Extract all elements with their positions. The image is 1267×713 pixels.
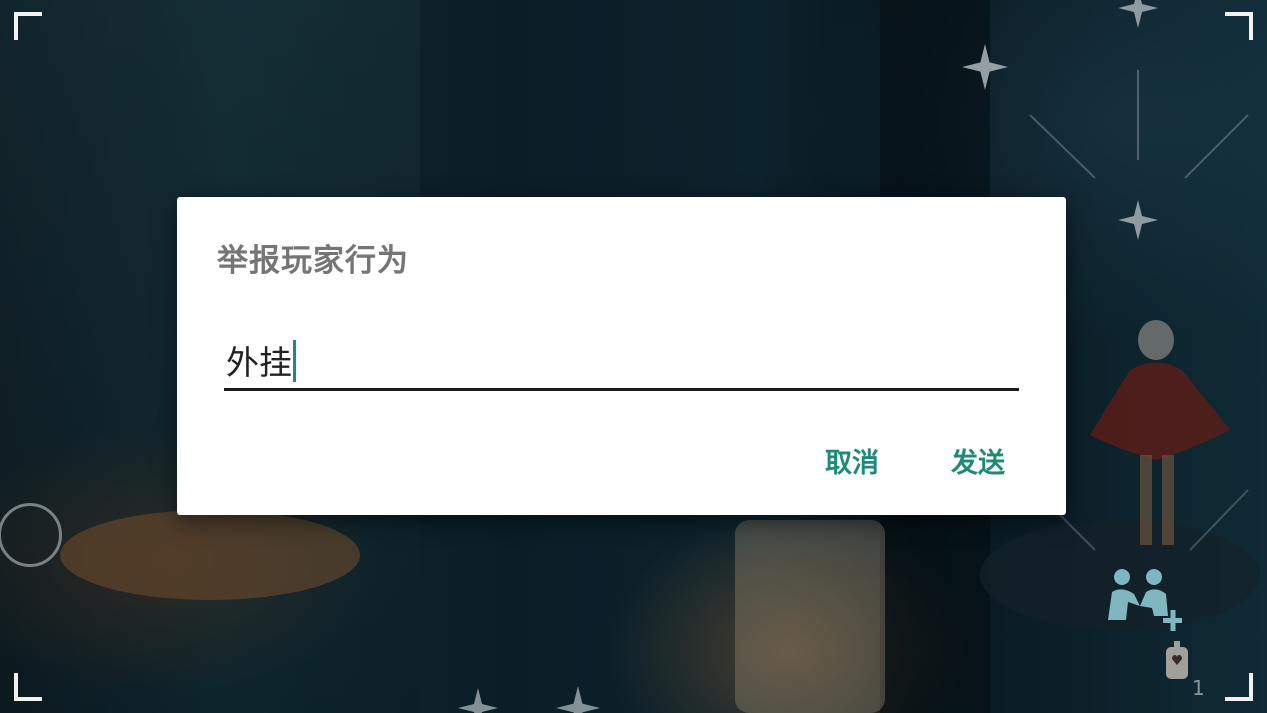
add-friend-icon[interactable] [1106,568,1182,636]
game-scene: 1 举报玩家行为 外挂 取消 发送 [0,0,1267,713]
cancel-button[interactable]: 取消 [825,441,879,480]
corner-bracket-icon [1225,12,1253,40]
corner-bracket-icon [14,12,42,40]
corner-bracket-icon [1225,673,1253,701]
text-caret [293,340,296,382]
candle-count: 1 [1192,676,1205,700]
corner-bracket-icon [14,673,42,701]
dialog-title: 举报玩家行为 [217,243,409,279]
report-reason-value[interactable]: 外挂 [226,336,296,384]
candle-icon [1166,641,1188,679]
joystick-icon[interactable] [0,503,62,567]
report-dialog: 举报玩家行为 外挂 取消 发送 [177,197,1066,515]
report-reason-input[interactable]: 外挂 [224,332,1019,391]
send-button[interactable]: 发送 [951,441,1005,480]
